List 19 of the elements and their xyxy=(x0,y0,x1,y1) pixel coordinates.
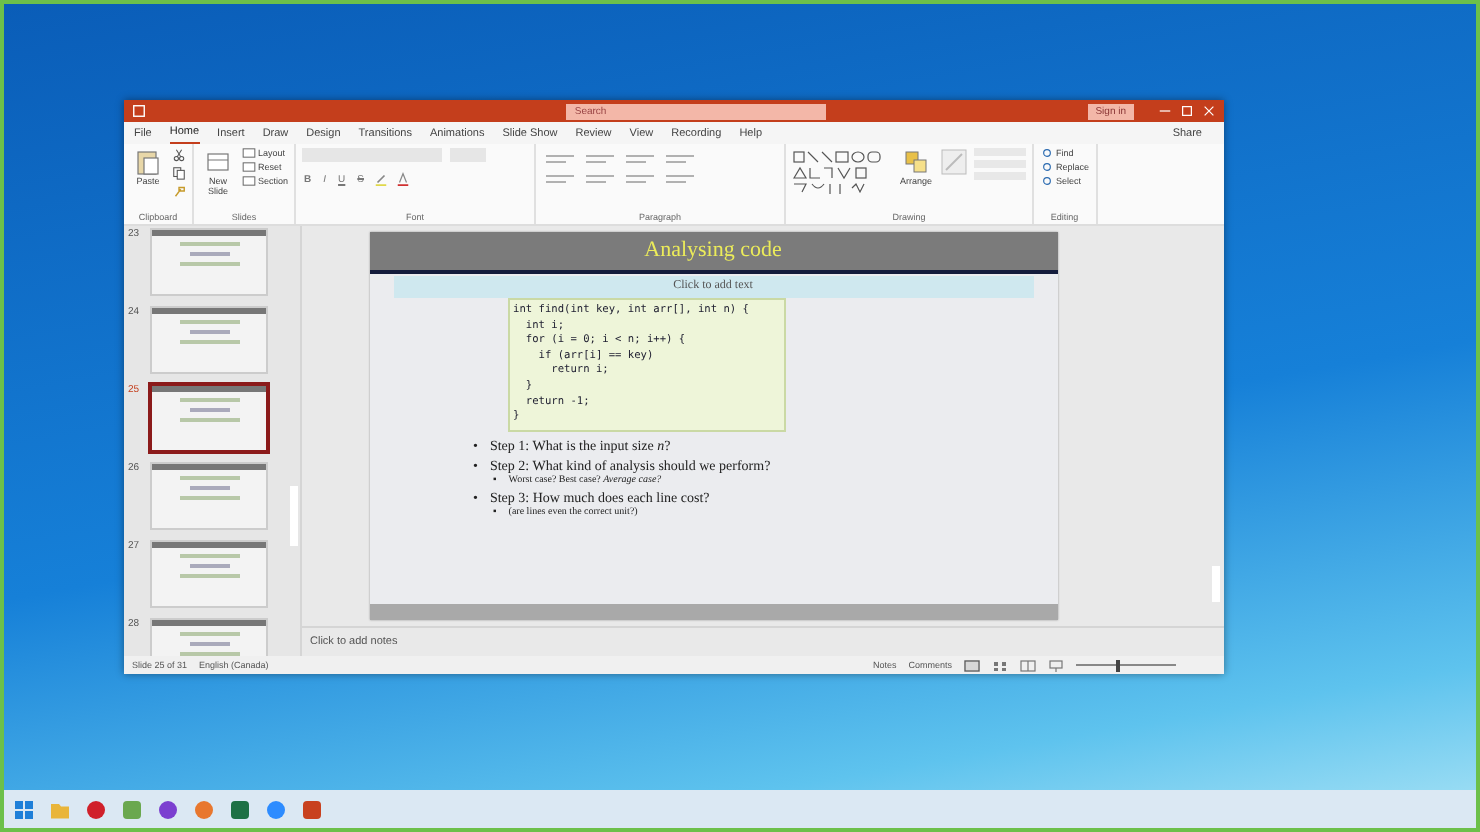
circle-icon xyxy=(1040,176,1055,186)
minimize-icon[interactable] xyxy=(1158,104,1173,118)
normal-view-icon[interactable] xyxy=(964,659,980,671)
slide-sorter-icon[interactable] xyxy=(992,659,1008,671)
highlighter-icon[interactable] xyxy=(374,172,388,186)
quick-styles-icon[interactable] xyxy=(940,148,969,180)
maximize-icon[interactable] xyxy=(1180,104,1195,118)
stacked-squares-icon xyxy=(904,148,929,176)
start-icon[interactable] xyxy=(14,799,34,819)
slide-title: Analysing code xyxy=(369,232,1057,274)
slideshow-icon[interactable] xyxy=(1048,659,1064,671)
circle-icon xyxy=(1040,148,1055,158)
close-icon[interactable] xyxy=(1202,104,1217,118)
copy-icon[interactable] xyxy=(172,166,186,180)
reading-view-icon[interactable] xyxy=(1020,659,1036,671)
cut-icon[interactable] xyxy=(172,148,186,162)
font-color-icon[interactable] xyxy=(396,172,410,186)
circle-icon xyxy=(1040,162,1055,172)
slide-thumbnail[interactable] xyxy=(150,384,268,452)
